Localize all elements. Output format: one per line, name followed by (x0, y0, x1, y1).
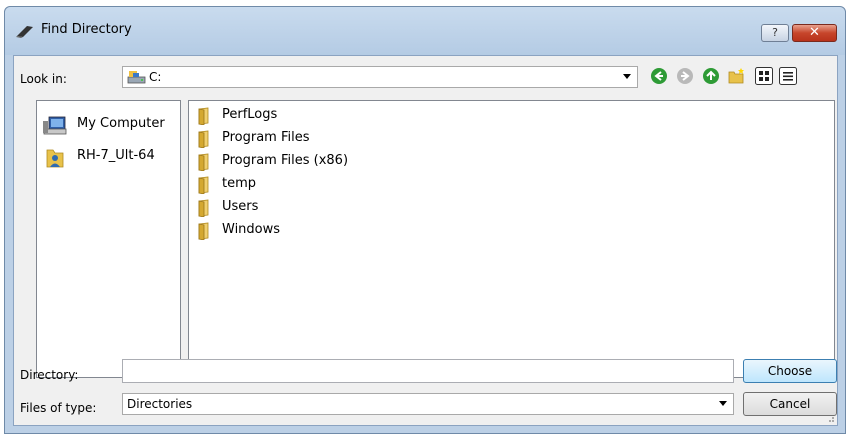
up-folder-icon[interactable] (702, 67, 720, 85)
folder-icon (198, 176, 209, 194)
file-name: Windows (222, 222, 281, 237)
look-in-value: C: (149, 70, 162, 84)
file-list: PerfLogs Program Files Program Files (x8… (188, 100, 835, 378)
details-view-icon[interactable] (779, 67, 797, 85)
directory-input[interactable] (122, 359, 734, 383)
file-name: Program Files (222, 130, 310, 145)
files-of-type-value: Directories (127, 397, 193, 411)
drive-icon (127, 71, 146, 84)
folder-icon (198, 222, 209, 240)
app-icon (16, 26, 33, 38)
chevron-down-icon (623, 74, 631, 79)
list-view-icon[interactable] (755, 67, 773, 85)
back-icon[interactable] (650, 67, 668, 85)
folder-icon (198, 153, 209, 171)
close-button[interactable]: ✕ (792, 24, 837, 42)
files-of-type-label: Files of type: (20, 401, 97, 415)
help-button[interactable]: ? (761, 24, 789, 42)
look-in-dropdown[interactable]: C: (122, 66, 638, 88)
chevron-down-icon (719, 401, 727, 406)
file-name: Users (222, 199, 259, 214)
resize-grip-icon[interactable] (825, 413, 835, 423)
directory-label: Directory: (20, 368, 79, 382)
place-label: RH-7_Ult-64 (77, 148, 155, 163)
place-label: My Computer (77, 116, 165, 131)
find-directory-dialog: Find Directory ? ✕ Look in: C: My Comput… (4, 6, 846, 434)
file-name: Program Files (x86) (222, 153, 349, 168)
place-my-computer[interactable]: My Computer (43, 115, 177, 139)
folder-icon (198, 199, 209, 217)
files-of-type-dropdown[interactable]: Directories (122, 393, 734, 415)
computer-icon (43, 116, 67, 135)
title-bar[interactable]: Find Directory ? ✕ (5, 7, 845, 55)
user-folder-icon (46, 149, 64, 168)
folder-icon (198, 130, 209, 148)
place-user-folder[interactable]: RH-7_Ult-64 (43, 147, 177, 171)
new-folder-icon[interactable] (727, 67, 745, 85)
places-panel: My Computer RH-7_Ult-64 (36, 100, 181, 378)
window-title: Find Directory (41, 22, 132, 37)
dialog-client-area: Look in: C: My Computer RH-7_Ult-64 Perf… (13, 55, 838, 426)
file-name: temp (222, 176, 257, 191)
forward-icon[interactable] (676, 67, 694, 85)
folder-icon (198, 107, 209, 125)
choose-button[interactable]: Choose (743, 359, 837, 383)
cancel-button[interactable]: Cancel (743, 392, 837, 416)
file-name: PerfLogs (222, 107, 278, 122)
look-in-label: Look in: (20, 72, 67, 86)
